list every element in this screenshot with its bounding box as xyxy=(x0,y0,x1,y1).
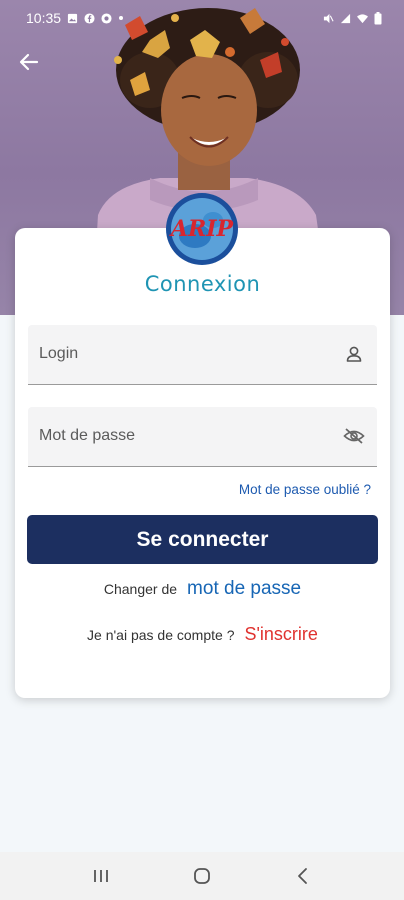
login-button[interactable]: Se connecter xyxy=(27,515,378,564)
system-back-button[interactable] xyxy=(288,861,318,891)
password-label: Mot de passe xyxy=(39,427,136,444)
app-icon xyxy=(101,12,112,24)
password-field[interactable]: Mot de passe xyxy=(28,407,377,467)
page-title: Connexion xyxy=(144,272,261,296)
arip-logo: ARIP xyxy=(166,193,238,265)
login-card: ARIP Connexion Login Mot de passe Mot de… xyxy=(15,193,390,698)
change-password-prefix: Changer de xyxy=(103,581,178,597)
home-icon xyxy=(194,868,210,884)
forgot-password-link[interactable]: Mot de passe oublié ? xyxy=(239,482,371,497)
arrow-left-icon xyxy=(19,53,39,71)
change-password-row: Changer de mot de passe xyxy=(15,578,390,600)
wifi-icon xyxy=(357,13,368,23)
register-prefix: Je n'ai pas de compte ? xyxy=(87,627,235,643)
status-bar: 10:35 xyxy=(0,0,404,36)
system-nav-bar xyxy=(0,852,404,900)
recent-apps-button[interactable] xyxy=(86,861,116,891)
mute-icon xyxy=(323,13,334,23)
facebook-icon xyxy=(84,12,95,24)
login-field[interactable]: Login xyxy=(28,325,377,385)
signal-icon xyxy=(340,13,351,23)
person-icon xyxy=(343,343,365,365)
register-row: Je n'ai pas de compte ? S'inscrire xyxy=(15,624,390,645)
register-link[interactable]: S'inscrire xyxy=(244,624,317,645)
image-icon xyxy=(67,13,78,23)
login-label: Login xyxy=(39,345,79,362)
home-button[interactable] xyxy=(187,861,217,891)
back-icon xyxy=(298,868,308,884)
dot-icon xyxy=(119,16,124,20)
status-time: 10:35 xyxy=(26,10,62,26)
battery-icon xyxy=(374,11,382,24)
svg-text:ARIP: ARIP xyxy=(169,216,235,242)
change-password-link[interactable]: mot de passe xyxy=(187,578,301,600)
recent-apps-icon xyxy=(93,870,108,882)
back-button[interactable] xyxy=(14,48,44,76)
eye-off-icon[interactable] xyxy=(343,425,365,447)
